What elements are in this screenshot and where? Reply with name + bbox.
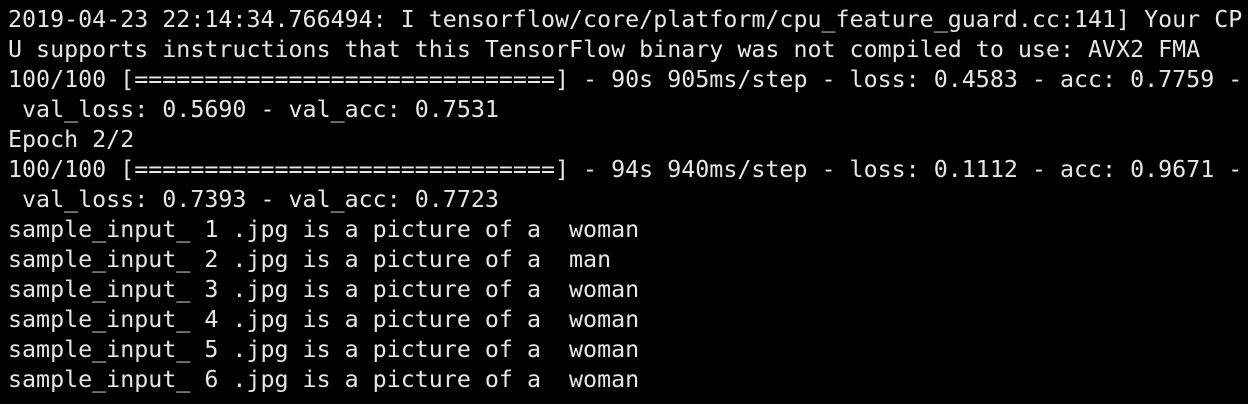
prediction-line: sample_input_ 5 .jpg is a picture of a w… bbox=[8, 336, 640, 363]
epoch-2-progress: 100/100 [==============================]… bbox=[8, 156, 1243, 183]
epoch-2-header: Epoch 2/2 bbox=[8, 126, 135, 153]
epoch-2-validation: val_loss: 0.7393 - val_acc: 0.7723 bbox=[8, 186, 499, 213]
prediction-line: sample_input_ 1 .jpg is a picture of a w… bbox=[8, 216, 640, 243]
epoch-1-validation: val_loss: 0.5690 - val_acc: 0.7531 bbox=[8, 96, 499, 123]
epoch-1-progress: 100/100 [==============================]… bbox=[8, 66, 1243, 93]
prediction-line: sample_input_ 2 .jpg is a picture of a m… bbox=[8, 246, 612, 273]
log-line-cpu-warning-cont: U supports instructions that this Tensor… bbox=[8, 36, 1201, 63]
prediction-line: sample_input_ 4 .jpg is a picture of a w… bbox=[8, 306, 640, 333]
log-line-cpu-warning: 2019-04-23 22:14:34.766494: I tensorflow… bbox=[8, 6, 1243, 33]
prediction-line: sample_input_ 6 .jpg is a picture of a w… bbox=[8, 366, 640, 393]
terminal-output: 2019-04-23 22:14:34.766494: I tensorflow… bbox=[0, 0, 1248, 395]
prediction-line: sample_input_ 3 .jpg is a picture of a w… bbox=[8, 276, 640, 303]
